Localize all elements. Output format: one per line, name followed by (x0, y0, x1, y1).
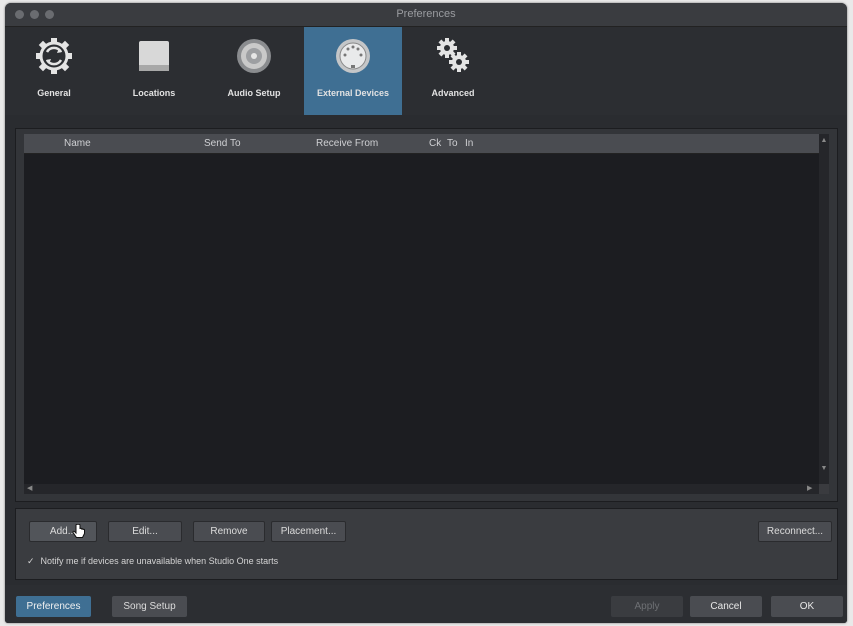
remove-device-button[interactable]: Remove (193, 521, 265, 542)
edit-device-button[interactable]: Edit... (108, 521, 182, 542)
placement-button[interactable]: Placement... (271, 521, 346, 542)
general-gear-icon (5, 35, 103, 77)
scroll-up-arrow-icon[interactable]: ▲ (820, 137, 828, 145)
column-send-to[interactable]: Send To (204, 138, 241, 149)
title-bar: Preferences (5, 3, 847, 27)
device-list[interactable]: Name Send To Receive From Ck To In (24, 134, 819, 490)
column-in[interactable]: In (465, 138, 473, 149)
cancel-button[interactable]: Cancel (690, 596, 762, 617)
scroll-down-arrow-icon[interactable]: ▼ (820, 465, 828, 473)
scroll-right-arrow-icon[interactable]: ▶ (807, 485, 812, 493)
apply-button[interactable]: Apply (611, 596, 683, 617)
song-setup-button[interactable]: Song Setup (112, 596, 187, 617)
tab-general-label: General (37, 88, 71, 98)
column-name[interactable]: Name (64, 138, 91, 149)
preferences-toolbar: General Locations Audio Setup External D… (5, 27, 847, 115)
scroll-left-arrow-icon[interactable]: ◀ (27, 485, 32, 493)
vertical-scrollbar[interactable]: ▲ ▼ (819, 134, 829, 490)
tab-advanced-label: Advanced (431, 88, 475, 98)
add-device-button[interactable]: Add... (29, 521, 97, 542)
column-ck[interactable]: Ck (429, 138, 441, 149)
column-receive-from[interactable]: Receive From (316, 138, 378, 149)
notify-option[interactable]: ✓ Notify me if devices are unavailable wh… (27, 556, 278, 567)
tab-general[interactable]: General (5, 27, 103, 115)
gears-icon (404, 35, 502, 77)
speaker-icon (205, 35, 303, 77)
device-list-header: Name Send To Receive From Ck To In (24, 134, 819, 154)
device-actions-bar: Add... Edit... Remove Placement... Recon… (15, 508, 838, 580)
midi-connector-icon (304, 35, 402, 77)
external-devices-panel: Name Send To Receive From Ck To In ▲ ▼ ◀… (15, 128, 838, 502)
preferences-window: Preferences General Locations Audio Setu… (5, 3, 847, 623)
tab-external-devices-label: External Devices (316, 88, 390, 98)
notify-label: Notify me if devices are unavailable whe… (40, 556, 279, 566)
hand-pointer-icon (72, 523, 86, 545)
tab-external-devices[interactable]: External Devices (304, 27, 402, 115)
reconnect-button[interactable]: Reconnect... (758, 521, 832, 542)
checkmark-icon[interactable]: ✓ (27, 556, 35, 566)
preferences-button[interactable]: Preferences (16, 596, 91, 617)
window-title: Preferences (396, 8, 456, 20)
tab-locations-label: Locations (132, 88, 176, 98)
column-to[interactable]: To (447, 138, 458, 149)
tab-advanced[interactable]: Advanced (404, 27, 502, 115)
ok-button[interactable]: OK (771, 596, 843, 617)
horizontal-scrollbar[interactable]: ◀ ▶ (24, 484, 819, 494)
tab-locations[interactable]: Locations (105, 27, 203, 115)
tab-audio-setup[interactable]: Audio Setup (205, 27, 303, 115)
scrollbar-corner (819, 484, 829, 494)
drive-icon (105, 35, 203, 77)
tab-audio-setup-label: Audio Setup (227, 88, 281, 98)
footer-bar: Preferences Song Setup Apply Cancel OK (5, 585, 847, 623)
